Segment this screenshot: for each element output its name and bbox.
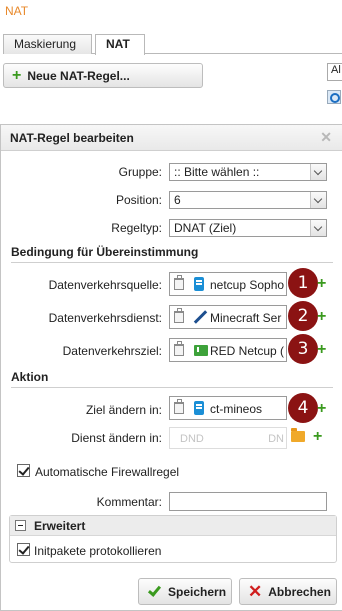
action-section-title: Aktion — [11, 370, 333, 388]
annotation-badge-1: 1 — [288, 268, 318, 298]
app-title: NAT — [5, 4, 29, 18]
folder-icon[interactable] — [291, 428, 305, 442]
view-select[interactable]: Al — [327, 63, 342, 81]
change-target-field[interactable]: ct-mineos — [169, 396, 287, 420]
log-initial-label: Initpakete protokollieren — [34, 544, 162, 558]
red-network-icon — [194, 345, 208, 356]
comment-input[interactable] — [169, 492, 327, 511]
advanced-panel: Erweitert Initpakete protokollieren — [9, 515, 337, 563]
advanced-header[interactable]: Erweitert — [10, 516, 336, 536]
source-value: netcup Sopho — [210, 278, 285, 292]
position-select[interactable]: 6 — [169, 191, 327, 209]
auto-firewall-label: Automatische Firewallregel — [35, 465, 180, 479]
source-object-field[interactable]: netcup Sopho — [169, 272, 287, 296]
match-section-title: Bedingung für Übereinstimmung — [11, 245, 333, 263]
tab-nat[interactable]: NAT — [95, 34, 145, 55]
rule-type-value: DNAT (Ziel) — [174, 221, 237, 235]
cancel-label: Abbrechen — [268, 584, 331, 599]
service-object-field[interactable]: Minecraft Ser — [169, 305, 287, 329]
change-service-label: Dienst ändern in: — [71, 431, 162, 445]
position-value: 6 — [174, 193, 181, 207]
trash-icon[interactable] — [174, 341, 184, 356]
change-service-dropzone[interactable]: DND DN — [169, 427, 287, 449]
save-label: Speichern — [168, 584, 227, 599]
chevron-down-icon — [310, 192, 326, 208]
advanced-title: Erweitert — [34, 519, 86, 533]
chevron-down-icon — [310, 164, 326, 180]
rule-type-select[interactable]: DNAT (Ziel) — [169, 219, 327, 237]
new-nat-rule-label: Neue NAT-Regel... — [27, 68, 130, 83]
dnd-placeholder: DN — [268, 433, 284, 445]
edit-nat-rule-dialog: NAT-Regel bearbeiten ✕ Gruppe: :: Bitte … — [0, 124, 342, 611]
destination-object-field[interactable]: RED Netcup ( — [169, 338, 287, 362]
plus-icon: + — [12, 66, 22, 84]
collapse-icon[interactable] — [15, 520, 26, 531]
tab-maskierung[interactable]: Maskierung — [3, 34, 92, 54]
close-icon[interactable]: ✕ — [320, 129, 332, 146]
rule-type-label: Regeltyp: — [111, 221, 162, 235]
destination-value: RED Netcup ( — [210, 344, 285, 358]
checkmark-icon — [147, 583, 162, 597]
group-select[interactable]: :: Bitte wählen :: — [169, 163, 327, 181]
dnd-placeholder: DND — [180, 433, 204, 445]
add-icon[interactable]: + — [317, 309, 326, 325]
group-value: :: Bitte wählen :: — [174, 165, 260, 179]
annotation-badge-3: 3 — [288, 334, 318, 364]
cancel-button[interactable]: ✕ Abbrechen — [239, 578, 337, 605]
add-icon[interactable]: + — [317, 276, 326, 292]
annotation-badge-4: 4 — [288, 393, 318, 423]
position-label: Position: — [115, 193, 162, 207]
log-initial-checkbox[interactable] — [17, 543, 30, 556]
cancel-x-icon: ✕ — [248, 582, 263, 601]
trash-icon[interactable] — [174, 275, 184, 290]
service-icon — [194, 310, 207, 323]
add-icon[interactable]: + — [317, 401, 326, 417]
group-label: Gruppe: — [118, 165, 162, 179]
change-target-label: Ziel ändern in: — [85, 403, 162, 417]
dialog-header: NAT-Regel bearbeiten ✕ — [1, 125, 342, 151]
chevron-down-icon — [310, 220, 326, 236]
source-label: Datenverkehrsquelle: — [48, 278, 162, 292]
service-label: Datenverkehrsdienst: — [48, 311, 162, 325]
add-icon[interactable]: + — [313, 429, 322, 445]
service-value: Minecraft Ser — [210, 311, 282, 325]
dialog-title: NAT-Regel bearbeiten — [10, 131, 134, 145]
add-icon[interactable]: + — [317, 342, 326, 358]
save-button[interactable]: Speichern — [138, 578, 232, 605]
change-target-value: ct-mineos — [210, 402, 263, 416]
host-icon — [194, 401, 204, 415]
tab-bar: Maskierung NAT — [3, 34, 342, 55]
trash-icon[interactable] — [174, 399, 184, 414]
destination-label: Datenverkehrsziel: — [62, 344, 162, 358]
new-nat-rule-button[interactable]: + Neue NAT-Regel... — [3, 63, 203, 88]
annotation-badge-2: 2 — [288, 301, 318, 331]
search-icon[interactable] — [327, 90, 341, 104]
host-icon — [194, 277, 204, 291]
trash-icon[interactable] — [174, 308, 184, 323]
auto-firewall-checkbox[interactable] — [17, 464, 30, 477]
comment-label: Kommentar: — [96, 495, 162, 509]
